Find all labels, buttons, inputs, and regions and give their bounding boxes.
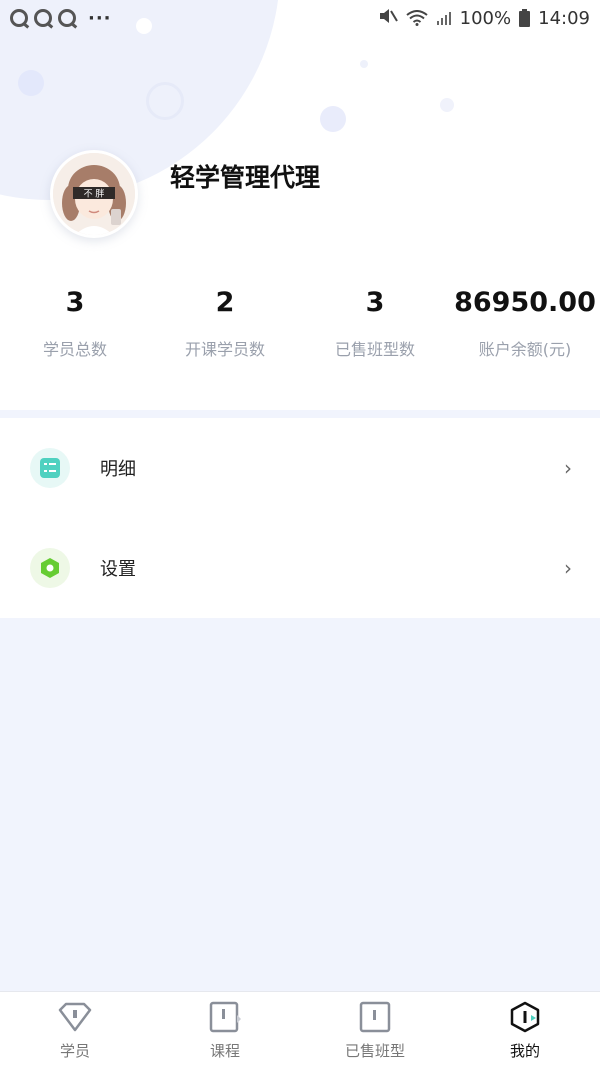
stat-active-students[interactable]: 2 开课学员数 bbox=[150, 280, 300, 390]
qq-notification-icon bbox=[10, 9, 28, 27]
bottom-nav: 学员 课程 已售班型 我的 bbox=[0, 991, 600, 1067]
stat-students-total[interactable]: 3 学员总数 bbox=[0, 280, 150, 390]
nav-tab-students[interactable]: 学员 bbox=[0, 992, 150, 1067]
chevron-right-icon: › bbox=[564, 456, 572, 480]
decorative-dot bbox=[360, 60, 368, 68]
stat-label: 已售班型数 bbox=[334, 340, 415, 359]
stat-value: 86950.00 bbox=[454, 287, 596, 318]
sold-class-icon bbox=[358, 1000, 392, 1034]
stat-label: 账户余额(元) bbox=[478, 340, 572, 359]
avatar-illustration: 不 胖 bbox=[53, 153, 135, 235]
menu-item-settings[interactable]: 设置 › bbox=[0, 518, 600, 618]
signal-icon bbox=[436, 10, 452, 26]
decorative-dot bbox=[440, 98, 454, 112]
decorative-ring bbox=[146, 82, 184, 120]
student-icon bbox=[58, 1000, 92, 1034]
stat-label: 学员总数 bbox=[42, 340, 107, 359]
menu-label: 明细 bbox=[100, 459, 136, 480]
qq-notification-icon bbox=[34, 9, 52, 27]
chevron-right-icon: › bbox=[564, 556, 572, 580]
avatar[interactable]: 不 胖 bbox=[50, 150, 138, 238]
more-notifications-icon: ··· bbox=[88, 7, 112, 29]
battery-icon bbox=[519, 9, 531, 27]
qq-notification-icon bbox=[58, 9, 76, 27]
stat-value: 3 bbox=[65, 287, 85, 318]
wifi-icon bbox=[406, 10, 428, 26]
stat-value: 3 bbox=[365, 287, 385, 318]
stat-account-balance[interactable]: 86950.00 账户余额(元) bbox=[450, 280, 600, 390]
mine-icon bbox=[508, 1000, 542, 1034]
nav-label: 已售班型 bbox=[344, 1042, 405, 1060]
menu-item-detail[interactable]: 明细 › bbox=[0, 418, 600, 518]
status-time: 14:09 bbox=[538, 7, 590, 29]
status-notifications: ··· bbox=[10, 8, 112, 29]
nav-label: 学员 bbox=[59, 1042, 90, 1060]
stat-label: 开课学员数 bbox=[184, 340, 265, 359]
avatar-caption: 不 胖 bbox=[84, 189, 105, 200]
course-icon bbox=[208, 1000, 242, 1034]
status-bar: ··· 100% 14:09 bbox=[0, 0, 600, 36]
menu-list: 明细 › 设置 › bbox=[0, 418, 600, 618]
status-system: 100% 14:09 bbox=[378, 7, 590, 30]
list-icon bbox=[30, 448, 70, 488]
settings-hexagon-icon bbox=[30, 548, 70, 588]
menu-label: 设置 bbox=[100, 559, 136, 580]
nav-tab-sold-classes[interactable]: 已售班型 bbox=[300, 992, 450, 1067]
decorative-dot bbox=[320, 106, 346, 132]
mute-icon bbox=[378, 7, 398, 30]
stat-value: 2 bbox=[215, 287, 235, 318]
battery-percent: 100% bbox=[459, 7, 512, 29]
nav-tab-courses[interactable]: 课程 bbox=[150, 992, 300, 1067]
nav-tab-mine[interactable]: 我的 bbox=[450, 992, 600, 1067]
profile-name: 轻学管理代理 bbox=[170, 163, 321, 192]
nav-label: 我的 bbox=[509, 1042, 540, 1060]
stats-row: 3 学员总数 2 开课学员数 3 已售班型数 86950.00 账户余额(元) bbox=[0, 280, 600, 390]
decorative-dot bbox=[18, 70, 44, 96]
stat-sold-classes[interactable]: 3 已售班型数 bbox=[300, 280, 450, 390]
nav-label: 课程 bbox=[209, 1042, 240, 1060]
